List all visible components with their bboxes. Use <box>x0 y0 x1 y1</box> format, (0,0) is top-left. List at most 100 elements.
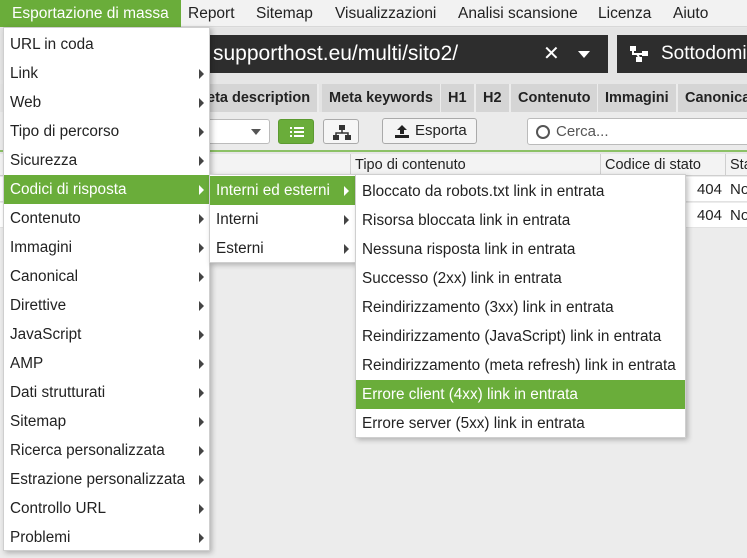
cell-status: No <box>730 181 747 198</box>
column-header-content-type[interactable]: Tipo di contenuto <box>350 154 600 176</box>
search-icon <box>536 125 550 139</box>
submenu-item-success-2xx[interactable]: Successo (2xx) link in entrata <box>356 264 685 293</box>
menu-item-label: Sicurezza <box>10 152 78 169</box>
chevron-right-icon <box>199 504 204 514</box>
chevron-down-icon <box>251 129 261 135</box>
submenu-item-client-error-4xx[interactable]: Errore client (4xx) link in entrata <box>356 380 685 409</box>
response-codes-submenu: Interni ed esterni Interni Esterni <box>209 174 356 263</box>
submenu-item-interni[interactable]: Interni <box>210 205 355 234</box>
menu-item-tipo-di-percorso[interactable]: Tipo di percorso <box>4 117 209 146</box>
chevron-right-icon <box>199 214 204 224</box>
mode-button[interactable]: Sottodomin <box>617 35 747 73</box>
menu-analisi-scansione[interactable]: Analisi scansione <box>458 0 578 27</box>
chevron-right-icon <box>199 98 204 108</box>
menu-item-label: Esterni <box>216 240 264 257</box>
menu-item-label: Estrazione personalizzata <box>10 471 186 488</box>
menu-item-javascript[interactable]: JavaScript <box>4 320 209 349</box>
menu-item-immagini[interactable]: Immagini <box>4 233 209 262</box>
list-icon <box>290 127 304 137</box>
chevron-right-icon <box>199 359 204 369</box>
cell-status-code: 404 <box>696 181 722 198</box>
menubar: Esportazione di massa Report Sitemap Vis… <box>0 0 747 27</box>
tab-canonica[interactable]: Canonica <box>678 84 747 112</box>
submenu-item-interni-ed-esterni[interactable]: Interni ed esterni <box>210 176 355 205</box>
menu-item-label: Immagini <box>10 239 73 256</box>
tree-view-button[interactable] <box>323 119 359 144</box>
chevron-right-icon <box>199 417 204 427</box>
tab-h2[interactable]: H2 <box>476 84 511 112</box>
menu-item-label: Dati strutturati <box>10 384 106 401</box>
menu-item-controllo-url[interactable]: Controllo URL <box>4 494 209 523</box>
chevron-right-icon <box>199 475 204 485</box>
column-header-status-code[interactable]: Codice di stato <box>600 154 725 176</box>
menu-item-label: Canonical <box>10 268 79 285</box>
list-view-button[interactable] <box>278 119 314 144</box>
chevron-right-icon <box>199 127 204 137</box>
menu-item-dati-strutturati[interactable]: Dati strutturati <box>4 378 209 407</box>
menu-item-web[interactable]: Web <box>4 88 209 117</box>
menu-aiuto[interactable]: Aiuto <box>673 0 708 27</box>
export-label: Esporta <box>415 122 467 139</box>
menu-item-ricerca-personalizzata[interactable]: Ricerca personalizzata <box>4 436 209 465</box>
menu-item-url-in-coda[interactable]: URL in coda <box>4 30 209 59</box>
export-button[interactable]: Esporta <box>382 118 477 144</box>
tab-meta-description[interactable]: eta description <box>200 84 320 112</box>
url-input[interactable]: supporthost.eu/multi/sito2/ ✕ <box>205 35 608 73</box>
submenu-item-no-response[interactable]: Nessuna risposta link in entrata <box>356 235 685 264</box>
tab-meta-keywords[interactable]: Meta keywords <box>322 84 442 112</box>
menu-item-amp[interactable]: AMP <box>4 349 209 378</box>
chevron-right-icon <box>344 244 349 254</box>
menu-item-label: AMP <box>10 355 44 372</box>
mode-label: Sottodomin <box>661 43 747 64</box>
cell-status-code: 404 <box>696 207 722 224</box>
menu-item-label: Ricerca personalizzata <box>10 442 165 459</box>
chevron-right-icon <box>199 69 204 79</box>
column-header-status[interactable]: Sta <box>725 154 747 176</box>
tab-immagini[interactable]: Immagini <box>598 84 678 112</box>
submenu-item-redirect-meta-refresh[interactable]: Reindirizzamento (meta refresh) link in … <box>356 351 685 380</box>
clear-icon[interactable]: ✕ <box>543 35 560 73</box>
menu-item-label: Controllo URL <box>10 500 107 517</box>
menu-item-label: JavaScript <box>10 326 82 343</box>
submenu-item-redirect-javascript[interactable]: Reindirizzamento (JavaScript) link in en… <box>356 322 685 351</box>
menu-item-label: Interni ed esterni <box>216 182 330 199</box>
menu-item-label: Interni <box>216 211 259 228</box>
submenu-item-esterni[interactable]: Esterni <box>210 234 355 263</box>
menu-item-label: Sitemap <box>10 413 67 430</box>
menu-item-direttive[interactable]: Direttive <box>4 291 209 320</box>
submenu-item-server-error-5xx[interactable]: Errore server (5xx) link in entrata <box>356 409 685 438</box>
submenu-item-redirect-3xx[interactable]: Reindirizzamento (3xx) link in entrata <box>356 293 685 322</box>
chevron-down-icon[interactable] <box>578 51 590 58</box>
menu-item-label: URL in coda <box>10 36 94 53</box>
chevron-right-icon <box>199 185 204 195</box>
menu-item-problemi[interactable]: Problemi <box>4 523 209 552</box>
menu-licenza[interactable]: Licenza <box>598 0 651 27</box>
menu-item-label: Codici di risposta <box>10 181 127 198</box>
tree-icon <box>333 125 351 140</box>
menu-item-codici-di-risposta[interactable]: Codici di risposta <box>4 175 209 204</box>
tab-h1[interactable]: H1 <box>441 84 476 112</box>
chevron-right-icon <box>199 156 204 166</box>
chevron-right-icon <box>199 330 204 340</box>
menu-item-label: Direttive <box>10 297 67 314</box>
search-placeholder: Cerca... <box>556 123 609 140</box>
menu-sitemap[interactable]: Sitemap <box>256 0 313 27</box>
bulk-export-menu: URL in coda Link Web Tipo di percorso Si… <box>3 27 210 551</box>
filter-select[interactable] <box>200 119 270 144</box>
menu-visualizzazioni[interactable]: Visualizzazioni <box>335 0 436 27</box>
submenu-item-blocked-robots[interactable]: Bloccato da robots.txt link in entrata <box>356 177 685 206</box>
submenu-item-blocked-resource[interactable]: Risorsa bloccata link in entrata <box>356 206 685 235</box>
upload-icon <box>395 125 409 138</box>
menu-report[interactable]: Report <box>188 0 235 27</box>
url-text: supporthost.eu/multi/sito2/ <box>213 42 459 65</box>
menu-item-contenuto[interactable]: Contenuto <box>4 204 209 233</box>
tab-contenuto[interactable]: Contenuto <box>511 84 600 112</box>
menu-item-canonical[interactable]: Canonical <box>4 262 209 291</box>
menu-item-label: Problemi <box>10 529 71 546</box>
search-input[interactable]: Cerca... <box>527 118 747 145</box>
menu-item-sitemap[interactable]: Sitemap <box>4 407 209 436</box>
menu-item-sicurezza[interactable]: Sicurezza <box>4 146 209 175</box>
menu-esportazione-di-massa[interactable]: Esportazione di massa <box>0 0 181 27</box>
menu-item-estrazione-personalizzata[interactable]: Estrazione personalizzata <box>4 465 209 494</box>
menu-item-link[interactable]: Link <box>4 59 209 88</box>
